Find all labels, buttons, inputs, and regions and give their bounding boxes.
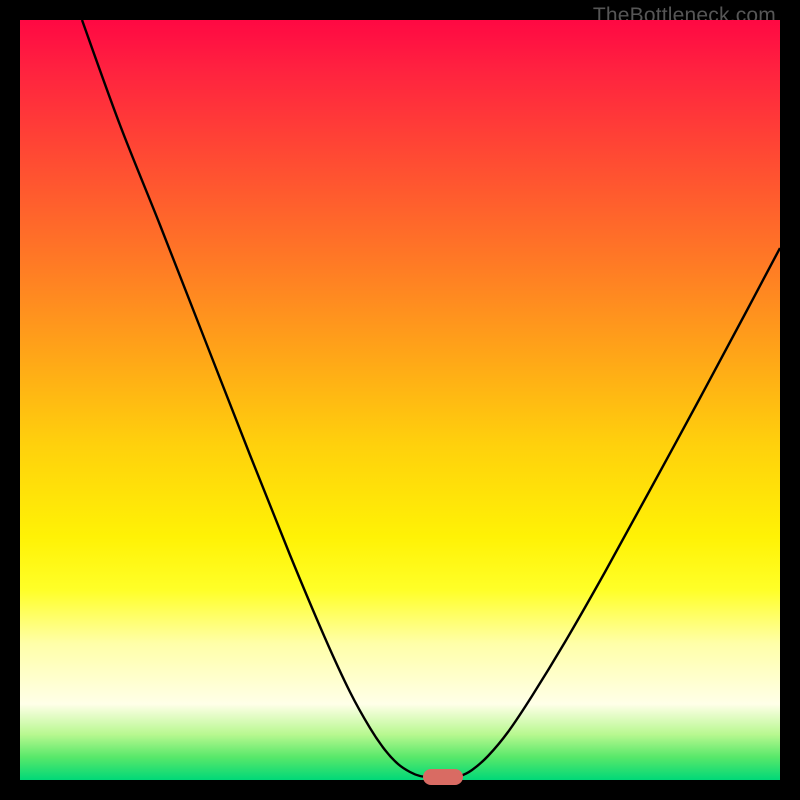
minimum-marker <box>423 769 463 785</box>
chart-container: TheBottleneck.com <box>0 0 800 800</box>
bottleneck-curve <box>82 20 780 777</box>
plot-area <box>20 20 780 780</box>
curve-svg <box>20 20 780 780</box>
